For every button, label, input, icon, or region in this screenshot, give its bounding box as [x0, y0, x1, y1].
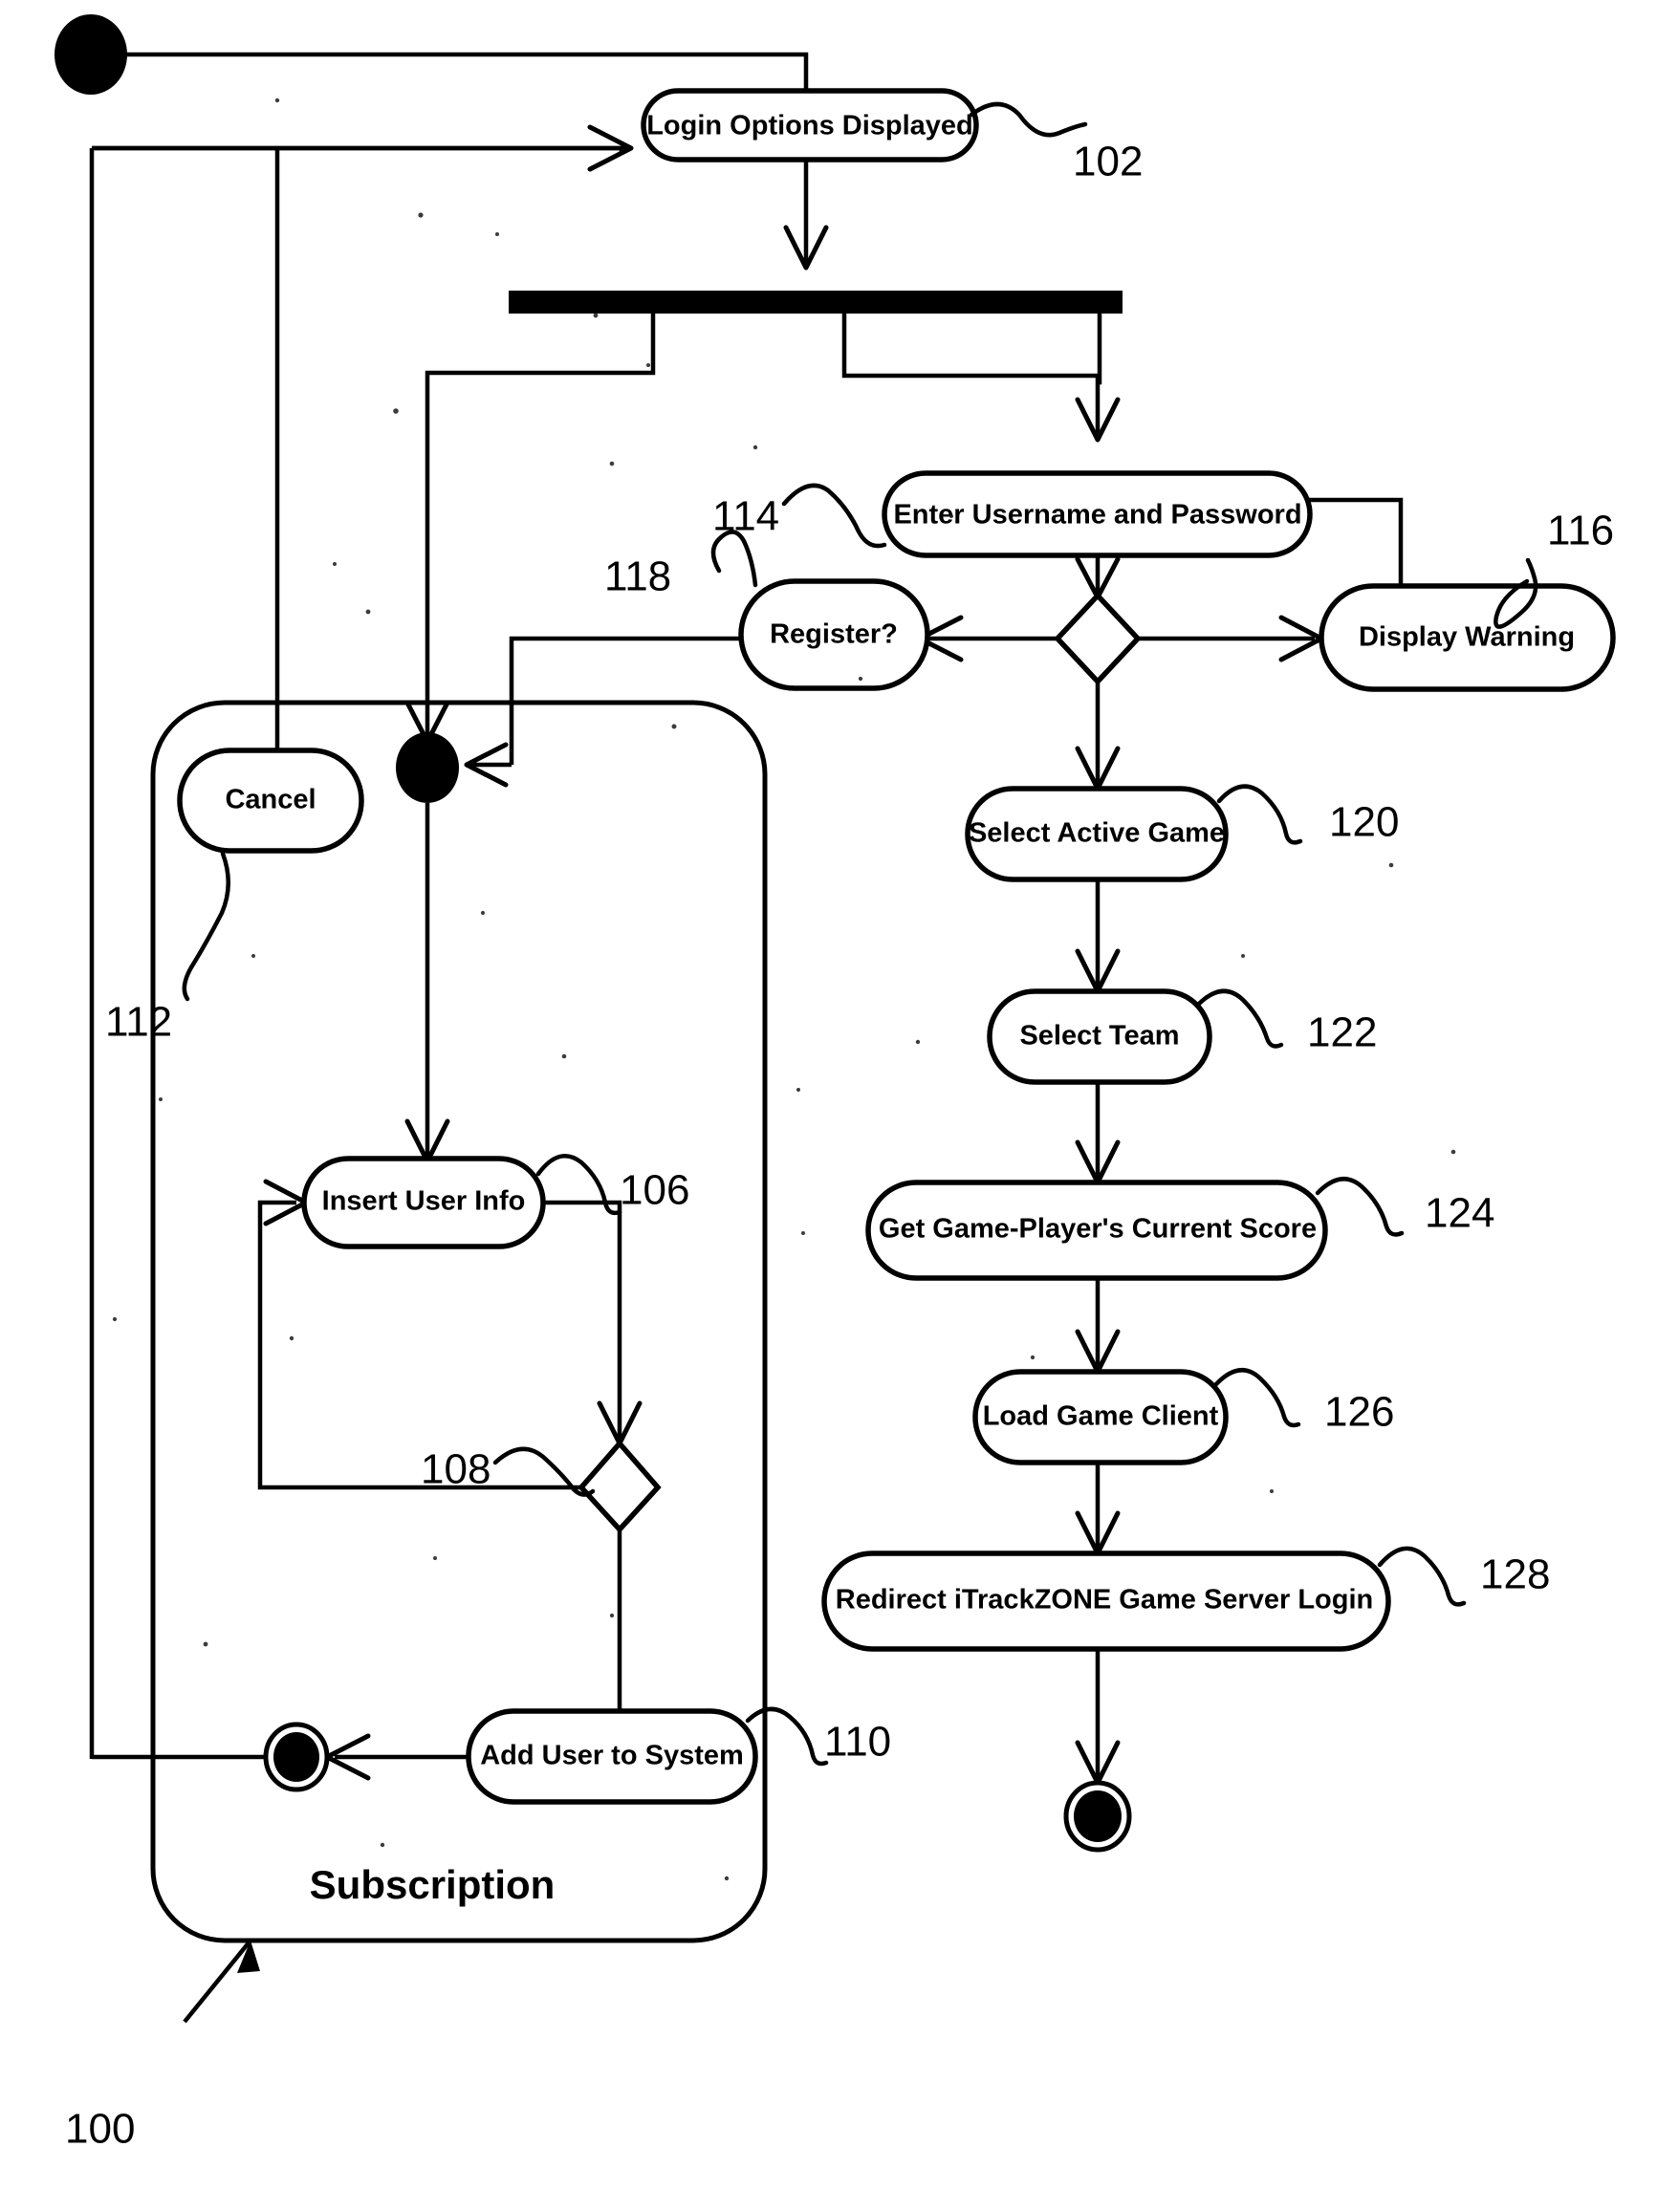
ref-106-label: 106 — [620, 1167, 689, 1214]
node-cancel-label: Cancel — [225, 785, 316, 815]
node-load-game-client[interactable]: Load Game Client — [972, 1369, 1229, 1465]
node-enter-credentials[interactable]: Enter Username and Password — [882, 470, 1313, 558]
subscription-entry-node — [396, 732, 459, 803]
node-get-score-label: Get Game-Player's Current Score — [879, 1214, 1317, 1245]
game-final-dot — [1074, 1790, 1122, 1842]
node-select-team-label: Select Team — [1019, 1021, 1179, 1052]
ref-110-label: 110 — [824, 1719, 891, 1766]
node-select-team[interactable]: Select Team — [987, 988, 1212, 1085]
node-select-active-game[interactable]: Select Active Game — [965, 786, 1229, 882]
node-register[interactable]: Register? — [738, 578, 930, 691]
ref-124-label: 124 — [1425, 1190, 1494, 1237]
ref-128-label: 128 — [1480, 1551, 1550, 1598]
node-add-user-label: Add User to System — [480, 1741, 744, 1771]
fork-bar-shape — [509, 291, 1123, 314]
subscription-entry-dot — [396, 732, 459, 803]
activity-diagram-svg: Subscription Login Options Displayed 102… — [0, 0, 1657, 2212]
ref-126-label: 126 — [1324, 1389, 1394, 1436]
node-redirect-login[interactable]: Redirect iTrackZONE Game Server Login — [821, 1551, 1391, 1652]
node-insert-user-info[interactable]: Insert User Info — [301, 1156, 546, 1249]
figure-number-label: 100 — [65, 2106, 135, 2153]
node-select-active-game-label: Select Active Game — [969, 818, 1225, 849]
ref-116-label: 116 — [1547, 508, 1614, 554]
transition-fork-right-stub — [1097, 311, 1102, 385]
ref-120-label: 120 — [1329, 799, 1399, 846]
node-insert-user-info-label: Insert User Info — [322, 1186, 526, 1217]
game-final-state — [1063, 1780, 1132, 1853]
ref-112-label: 112 — [105, 999, 172, 1046]
ref-102-label: 102 — [1073, 139, 1143, 185]
node-login-options-label: Login Options Displayed — [646, 111, 973, 141]
node-register-label: Register? — [770, 619, 898, 650]
node-redirect-login-label: Redirect iTrackZONE Game Server Login — [836, 1585, 1373, 1616]
initial-state-node — [55, 14, 127, 95]
ref-114-label: 114 — [712, 493, 779, 540]
patent-figure-canvas: Subscription Login Options Displayed 102… — [0, 0, 1657, 2212]
subscription-partition-label: Subscription — [310, 1862, 556, 1907]
ref-118-label: 118 — [604, 553, 671, 600]
ref-122-label: 122 — [1307, 1009, 1377, 1056]
initial-state-dot — [55, 14, 127, 95]
subscription-final-dot — [273, 1732, 319, 1782]
node-cancel[interactable]: Cancel — [177, 748, 364, 854]
node-get-score[interactable]: Get Game-Player's Current Score — [865, 1180, 1328, 1281]
fork-bar — [509, 291, 1123, 314]
ref-108-label: 108 — [421, 1446, 491, 1493]
node-add-user[interactable]: Add User to System — [466, 1708, 758, 1805]
subscription-final-state — [263, 1722, 330, 1792]
node-load-game-client-label: Load Game Client — [983, 1401, 1219, 1432]
node-display-warning-label: Display Warning — [1359, 622, 1575, 653]
node-enter-credentials-label: Enter Username and Password — [893, 500, 1301, 531]
node-display-warning[interactable]: Display Warning — [1319, 583, 1616, 692]
node-login-options[interactable]: Login Options Displayed — [641, 88, 979, 163]
page-background — [0, 0, 1657, 2212]
